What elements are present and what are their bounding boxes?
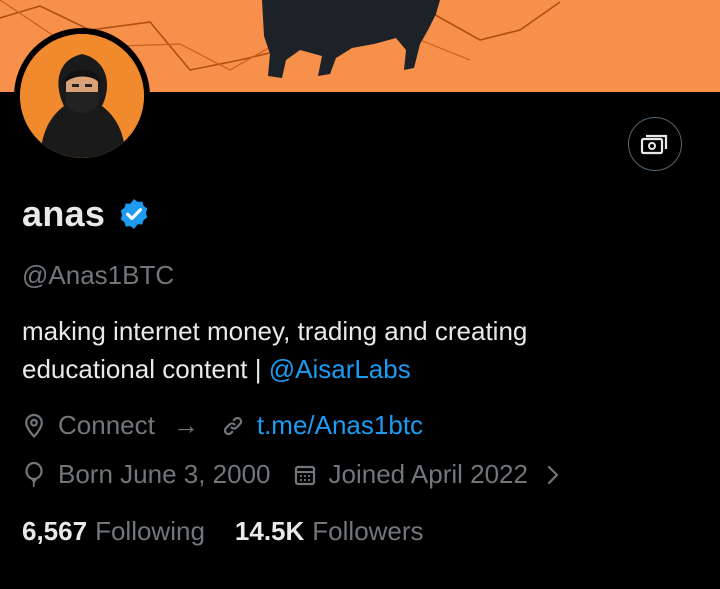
- location-arrow: →: [172, 410, 199, 440]
- verified-badge-icon[interactable]: [117, 197, 151, 231]
- follow-stats: 6,567 Following 14.5K Followers: [22, 516, 424, 547]
- avatar-image: [20, 34, 144, 158]
- followers-label: Followers: [312, 516, 424, 546]
- following-count: 6,567: [22, 516, 88, 546]
- tip-button[interactable]: [628, 117, 682, 171]
- user-handle: @Anas1BTC: [22, 260, 175, 290]
- profile-bio: making internet money, trading and creat…: [22, 312, 692, 388]
- money-icon: [640, 132, 670, 156]
- profile-avatar[interactable]: [14, 28, 150, 164]
- birthday-text: Born June 3, 2000: [58, 459, 271, 489]
- website-link[interactable]: t.me/Anas1btc: [257, 410, 423, 441]
- balloon-icon: [22, 461, 46, 489]
- profile-meta-row-2: Born June 3, 2000 Joined April 2022: [22, 459, 560, 490]
- joined-text: Joined April 2022: [328, 459, 528, 489]
- display-name-row: anas: [22, 193, 151, 235]
- display-name: anas: [22, 193, 106, 234]
- bio-line-1: making internet money, trading and creat…: [22, 316, 528, 346]
- location-text: Connect: [58, 410, 155, 440]
- followers-link[interactable]: 14.5K Followers: [235, 516, 424, 547]
- bio-line-2: educational content | @AisarLabs: [22, 350, 692, 388]
- followers-count: 14.5K: [234, 516, 305, 546]
- following-label: Following: [95, 516, 205, 546]
- location-pin-icon: [22, 413, 46, 439]
- link-icon: [221, 414, 245, 438]
- bio-line-2-text: educational content |: [22, 354, 269, 384]
- bio-mention-link[interactable]: @AisarLabs: [269, 354, 411, 384]
- following-link[interactable]: 6,567 Following: [22, 516, 205, 547]
- chevron-right-icon[interactable]: [546, 464, 560, 486]
- profile-meta-row-1: Connect → t.me/Anas1btc: [22, 410, 423, 441]
- calendar-icon: [293, 463, 317, 487]
